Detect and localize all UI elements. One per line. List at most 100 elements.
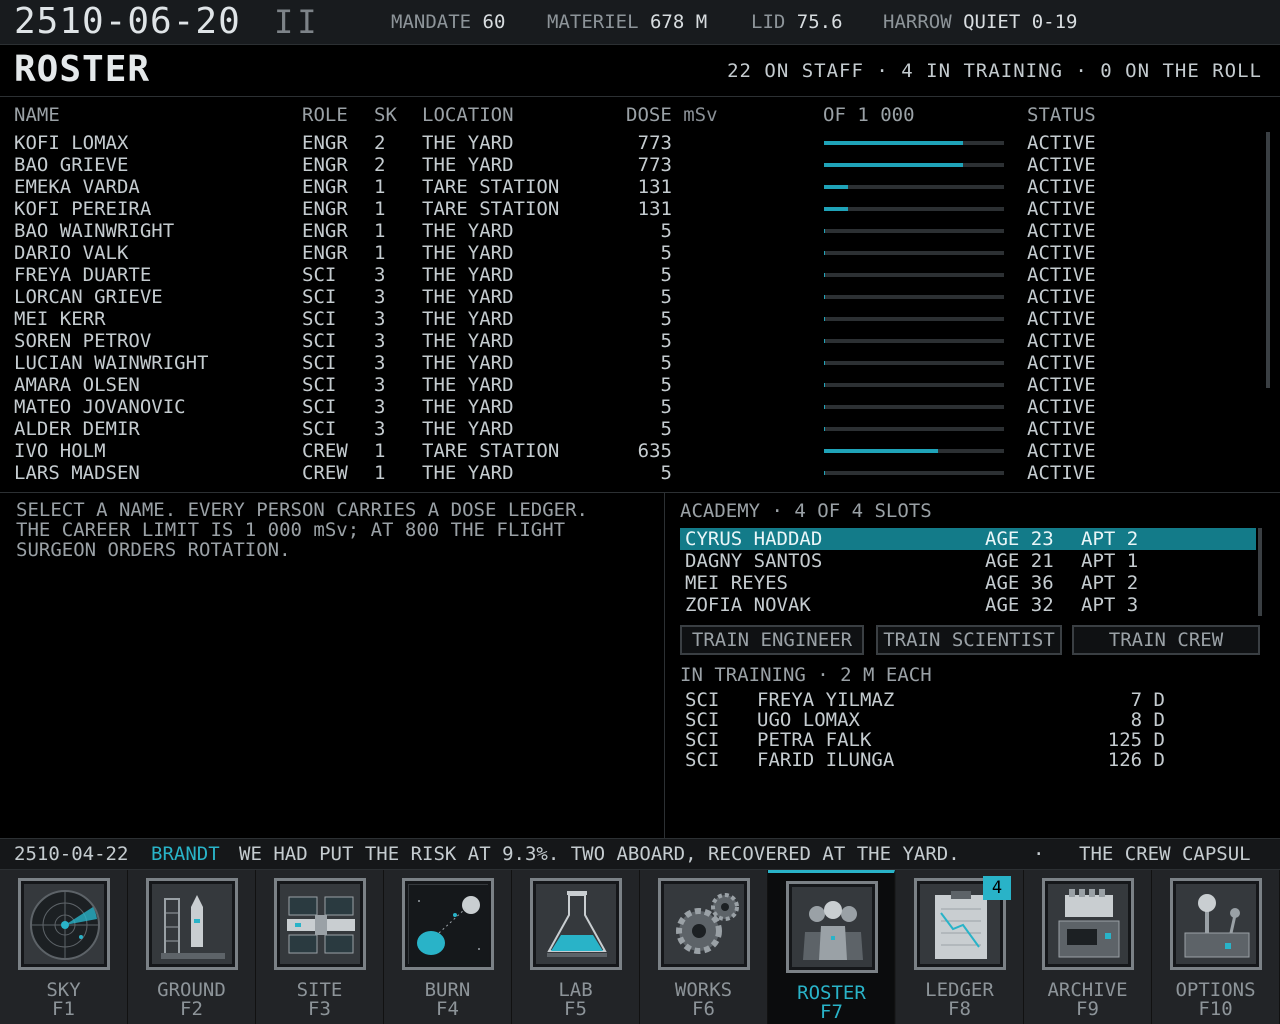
nav-hotkey: F7 <box>820 1001 843 1023</box>
person-skill: 3 <box>374 264 386 286</box>
person-status: ACTIVE <box>1027 462 1096 484</box>
roster-row[interactable]: AMARA OLSEN SCI 3 THE YARD 5 ACTIVE <box>0 374 1260 396</box>
roster-row[interactable]: BAO WAINWRIGHT ENGR 1 THE YARD 5 ACTIVE <box>0 220 1260 242</box>
train-engineer-button[interactable]: TRAIN ENGINEER <box>680 625 864 655</box>
col-header-status[interactable]: STATUS <box>1027 104 1096 126</box>
col-header-name[interactable]: NAME <box>14 104 60 126</box>
academy-candidate[interactable]: ZOFIA NOVAK AGE 32 APT 3 <box>680 594 1256 616</box>
nav-item-sky[interactable]: SKY F1 <box>0 870 128 1024</box>
nav-item-burn[interactable]: BURN F4 <box>384 870 512 1024</box>
roster-row[interactable]: BAO GRIEVE ENGR 2 THE YARD 773 ACTIVE <box>0 154 1260 176</box>
person-dose: 5 <box>660 242 672 264</box>
person-status: ACTIVE <box>1027 330 1096 352</box>
nav-item-lab[interactable]: LAB F5 <box>512 870 640 1024</box>
station-icon <box>274 878 366 970</box>
academy-candidate[interactable]: DAGNY SANTOS AGE 21 APT 1 <box>680 550 1256 572</box>
roster-row[interactable]: DARIO VALK ENGR 1 THE YARD 5 ACTIVE <box>0 242 1260 264</box>
nav-label: BURN <box>424 979 471 1001</box>
candidate-age: AGE 36 <box>985 572 1054 594</box>
materiel-stat: MATERIEL 678 M <box>547 0 707 44</box>
roster-row[interactable]: KOFI PEREIRA ENGR 1 TARE STATION 131 ACTIVE <box>0 198 1260 220</box>
news-ticker[interactable]: 2510-04-22 BRANDT WE HAD PUT THE RISK AT… <box>0 838 1280 870</box>
academy-candidate[interactable]: MEI REYES AGE 36 APT 2 <box>680 572 1256 594</box>
person-skill: 2 <box>374 132 386 154</box>
person-dose: 5 <box>660 462 672 484</box>
joystick-icon <box>1170 878 1262 970</box>
nav-hotkey: F6 <box>692 998 715 1020</box>
nav-item-ground[interactable]: GROUND F2 <box>128 870 256 1024</box>
col-header-role[interactable]: ROLE <box>302 104 348 126</box>
dose-bar <box>824 405 1004 409</box>
dose-bar <box>824 251 1004 255</box>
roster-row[interactable]: FREYA DUARTE SCI 3 THE YARD 5 ACTIVE <box>0 264 1260 286</box>
person-name: FREYA DUARTE <box>14 264 152 286</box>
trainee-name: UGO LOMAX <box>757 709 860 731</box>
dose-bar-fill <box>824 207 848 211</box>
person-status: ACTIVE <box>1027 352 1096 374</box>
candidate-aptitude: APT 2 <box>1081 528 1139 550</box>
help-line: SURGEON ORDERS ROTATION. <box>16 539 291 561</box>
roster-row[interactable]: IVO HOLM CREW 1 TARE STATION 635 ACTIVE <box>0 440 1260 462</box>
academy-title: ACADEMY · 4 OF 4 SLOTS <box>680 500 932 522</box>
person-role: SCI <box>302 286 337 308</box>
person-skill: 1 <box>374 198 386 220</box>
roster-row[interactable]: SOREN PETROV SCI 3 THE YARD 5 ACTIVE <box>0 330 1260 352</box>
trainee-row[interactable]: SCI FARID ILUNGA 126 D <box>680 750 1180 770</box>
candidate-name: ZOFIA NOVAK <box>685 594 811 616</box>
roster-row[interactable]: KOFI LOMAX ENGR 2 THE YARD 773 ACTIVE <box>0 132 1260 154</box>
nav-item-roster[interactable]: ROSTER F7 <box>768 870 895 1024</box>
person-role: SCI <box>302 264 337 286</box>
help-line: SELECT A NAME. EVERY PERSON CARRIES A DO… <box>16 499 588 521</box>
panel-divider <box>664 492 665 838</box>
nav-item-site[interactable]: SITE F3 <box>256 870 384 1024</box>
trainee-row[interactable]: SCI PETRA FALK 125 D <box>680 730 1180 750</box>
person-status: ACTIVE <box>1027 242 1096 264</box>
person-name: AMARA OLSEN <box>14 374 140 396</box>
nav-item-options[interactable]: OPTIONS F10 <box>1152 870 1280 1024</box>
roster-row[interactable]: LUCIAN WAINWRIGHT SCI 3 THE YARD 5 ACTIVE <box>0 352 1260 374</box>
nav-label: GROUND <box>157 979 226 1001</box>
person-name: EMEKA VARDA <box>14 176 140 198</box>
trainee-name: PETRA FALK <box>757 729 872 751</box>
nav-hotkey: F1 <box>52 998 75 1020</box>
game-speed-indicator[interactable]: II <box>274 0 321 44</box>
person-location: THE YARD <box>422 286 514 308</box>
help-text: SELECT A NAME. EVERY PERSON CARRIES A DO… <box>16 500 646 560</box>
roster-row[interactable]: EMEKA VARDA ENGR 1 TARE STATION 131 ACTIVE <box>0 176 1260 198</box>
person-dose: 5 <box>660 220 672 242</box>
dose-bar <box>824 427 1004 431</box>
train-scientist-button[interactable]: TRAIN SCIENTIST <box>876 625 1062 655</box>
roster-row[interactable]: MATEO JOVANOVIC SCI 3 THE YARD 5 ACTIVE <box>0 396 1260 418</box>
in-training-title: IN TRAINING · 2 M EACH <box>680 664 932 686</box>
train-crew-button[interactable]: TRAIN CREW <box>1072 625 1260 655</box>
mandate-value: 60 <box>482 11 506 33</box>
trainee-row[interactable]: SCI UGO LOMAX 8 D <box>680 710 1180 730</box>
person-name: BAO GRIEVE <box>14 154 129 176</box>
academy-candidate[interactable]: CYRUS HADDAD AGE 23 APT 2 <box>680 528 1256 550</box>
person-location: THE YARD <box>422 462 514 484</box>
col-header-skill[interactable]: SK <box>374 104 397 126</box>
trainee-row[interactable]: SCI FREYA YILMAZ 7 D <box>680 690 1180 710</box>
person-location: THE YARD <box>422 132 514 154</box>
roster-row[interactable]: MEI KERR SCI 3 THE YARD 5 ACTIVE <box>0 308 1260 330</box>
nav-label: LEDGER <box>925 979 994 1001</box>
col-header-dose[interactable]: DOSE mSv <box>626 104 718 126</box>
roster-row[interactable]: LORCAN GRIEVE SCI 3 THE YARD 5 ACTIVE <box>0 286 1260 308</box>
dose-bar-fill <box>824 185 848 189</box>
roster-row[interactable]: LARS MADSEN CREW 1 THE YARD 5 ACTIVE <box>0 462 1260 484</box>
person-skill: 3 <box>374 418 386 440</box>
ledger-badge: 4 <box>983 876 1011 900</box>
col-header-limit: OF 1 000 <box>823 104 915 126</box>
person-dose: 5 <box>660 286 672 308</box>
nav-item-archive[interactable]: ARCHIVE F9 <box>1024 870 1152 1024</box>
nav-item-works[interactable]: WORKS F6 <box>640 870 768 1024</box>
roster-row[interactable]: ALDER DEMIR SCI 3 THE YARD 5 ACTIVE <box>0 418 1260 440</box>
dose-bar-fill <box>824 229 825 233</box>
col-header-location[interactable]: LOCATION <box>422 104 514 126</box>
person-role: CREW <box>302 462 348 484</box>
academy-scrollbar[interactable] <box>1258 528 1262 616</box>
trainee-role: SCI <box>685 729 720 751</box>
dose-bar <box>824 163 1004 167</box>
roster-scrollbar[interactable] <box>1266 132 1270 388</box>
nav-hotkey: F4 <box>436 998 459 1020</box>
